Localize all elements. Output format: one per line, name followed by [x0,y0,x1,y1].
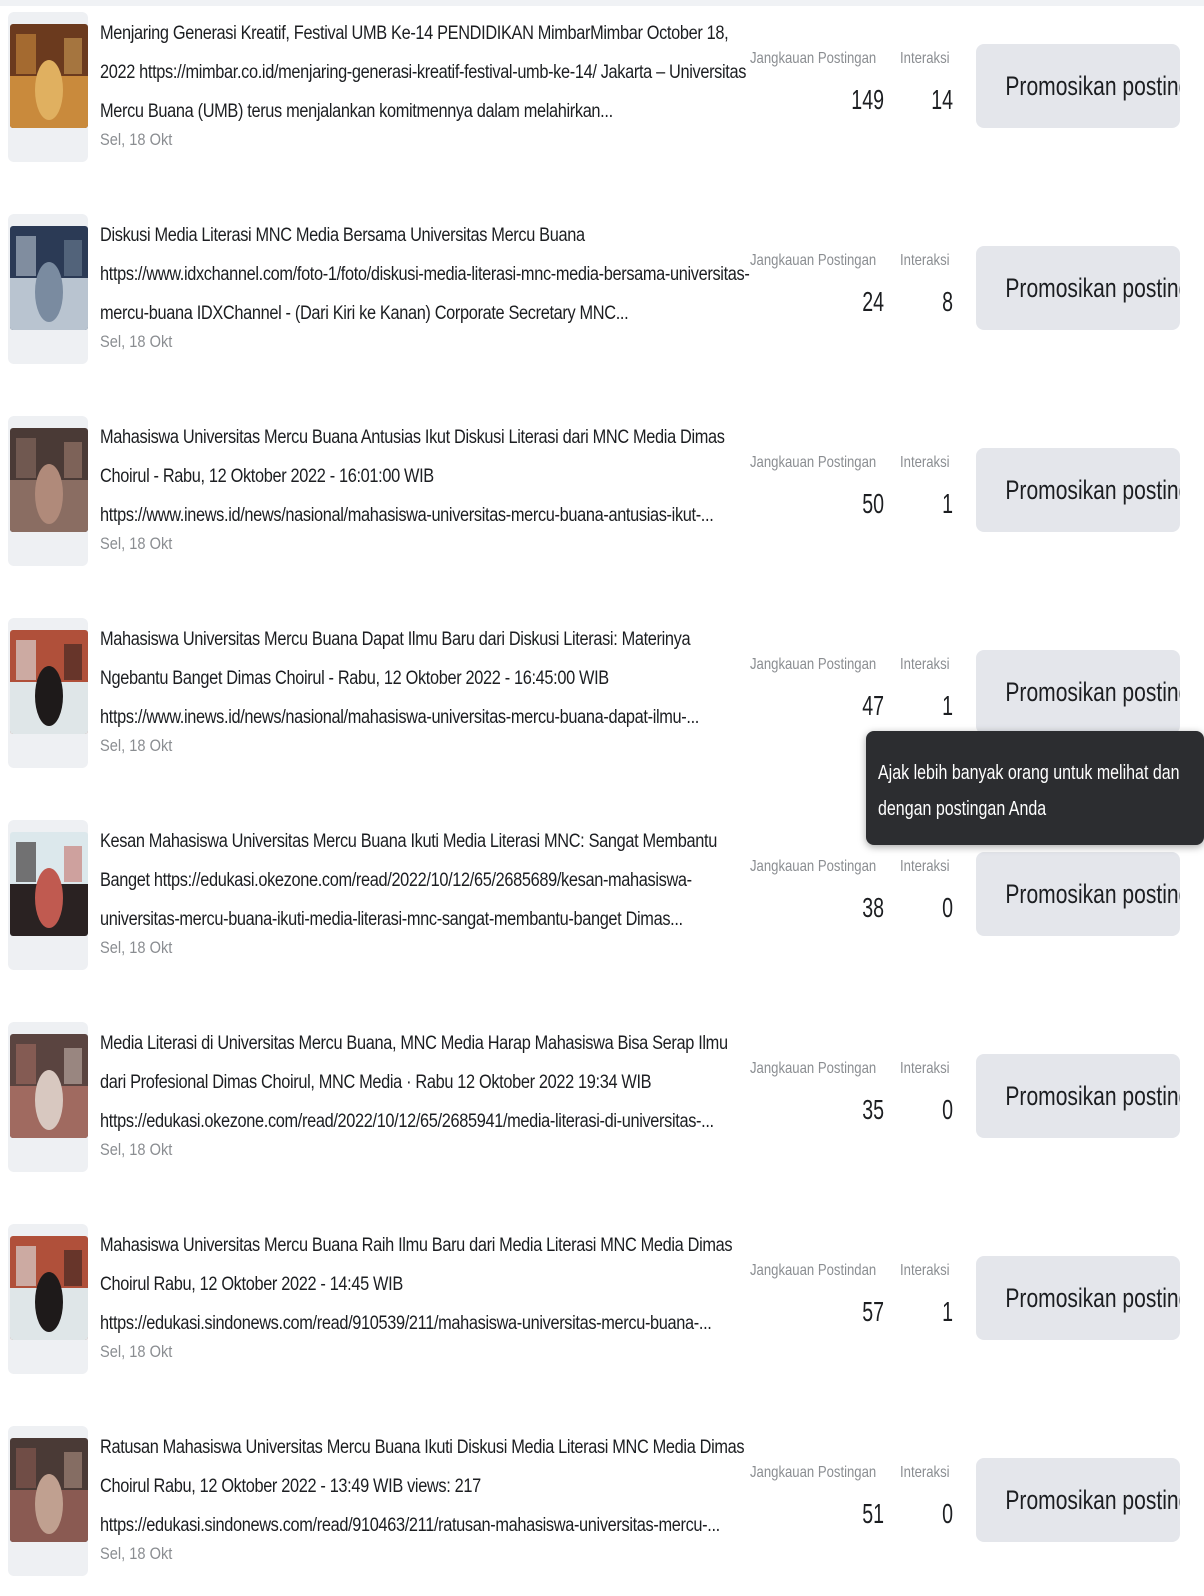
promote-post-label: Promosikan postingan [1005,475,1180,505]
post-date: Sel, 18 Okt [100,1544,173,1563]
post-date: Sel, 18 Okt [100,938,173,957]
promote-post-label: Promosikan postingan [1005,677,1180,707]
post-thumbnail[interactable] [10,226,88,330]
reach-label: Jangkauan Postingan [750,50,877,67]
promote-post-label: Promosikan postingan [1005,1485,1180,1515]
post-thumbnail[interactable] [10,1236,88,1340]
reach-label: Jangkauan Postingan [750,1464,877,1481]
interaction-label: Interaksi [900,50,950,67]
interaction-value: 14 [931,84,953,115]
post-text[interactable]: Mahasiswa Universitas Mercu Buana Dapat … [100,620,750,737]
reach-label: Jangkauan Postingan [750,454,877,471]
post-thumbnail[interactable] [10,1438,88,1542]
post-text[interactable]: Media Literasi di Universitas Mercu Buan… [100,1024,750,1141]
interaction-label: Interaksi [900,858,950,875]
promote-post-button[interactable]: Promosikan postingan [976,852,1180,936]
reach-value: 35 [862,1094,884,1125]
thumbnail-image [10,1236,88,1340]
post-row[interactable]: Ratusan Mahasiswa Universitas Mercu Buan… [0,1414,1204,1596]
interaction-label: Interaksi [900,1464,950,1481]
promote-post-label: Promosikan postingan [1005,71,1180,101]
post-text[interactable]: Diskusi Media Literasi MNC Media Bersama… [100,216,750,333]
post-thumbnail[interactable] [10,630,88,734]
thumbnail-image [10,226,88,330]
thumbnail-image [10,428,88,532]
interaction-value: 1 [942,488,953,519]
reach-label: Jangkauan Postingan [750,858,877,875]
interaction-label: Interaksi [900,1262,950,1279]
post-date: Sel, 18 Okt [100,130,173,149]
thumbnail-image [10,832,88,936]
reach-label: Jangkauan Postingan [750,1060,877,1077]
post-thumbnail[interactable] [10,832,88,936]
thumbnail-image [10,630,88,734]
reach-value: 50 [862,488,884,519]
post-thumbnail[interactable] [10,428,88,532]
post-date: Sel, 18 Okt [100,534,173,553]
post-date: Sel, 18 Okt [100,1140,173,1159]
post-text[interactable]: Menjaring Generasi Kreatif, Festival UMB… [100,14,750,131]
promote-post-button[interactable]: Promosikan postingan [976,1256,1180,1340]
post-row[interactable]: Media Literasi di Universitas Mercu Buan… [0,1010,1204,1215]
post-row[interactable]: Mahasiswa Universitas Mercu Buana Antusi… [0,404,1204,609]
post-row[interactable]: Diskusi Media Literasi MNC Media Bersama… [0,202,1204,407]
reach-value: 38 [862,892,884,923]
interaction-label: Interaksi [900,252,950,269]
thumbnail-image [10,1438,88,1542]
promote-post-label: Promosikan postingan [1005,273,1180,303]
reach-value: 57 [862,1296,884,1327]
post-row[interactable]: Menjaring Generasi Kreatif, Festival UMB… [0,0,1204,205]
promote-post-button[interactable]: Promosikan postingan [976,44,1180,128]
reach-label: Jangkauan Postingan [750,252,877,269]
interaction-label: Interaksi [900,656,950,673]
interaction-value: 0 [942,1094,953,1125]
post-text[interactable]: Mahasiswa Universitas Mercu Buana Antusi… [100,418,750,535]
post-thumbnail[interactable] [10,1034,88,1138]
post-text[interactable]: Kesan Mahasiswa Universitas Mercu Buana … [100,822,750,939]
post-thumbnail[interactable] [10,24,88,128]
reach-value: 51 [862,1498,884,1529]
interaction-value: 8 [942,286,953,317]
thumbnail-image [10,1034,88,1138]
reach-value: 24 [862,286,884,317]
post-text[interactable]: Mahasiswa Universitas Mercu Buana Raih I… [100,1226,750,1343]
post-date: Sel, 18 Okt [100,736,173,755]
promote-post-button[interactable]: Promosikan postingan [976,650,1180,734]
promote-post-button[interactable]: Promosikan postingan [976,1054,1180,1138]
promote-tooltip: Ajak lebih banyak orang untuk melihat da… [866,731,1204,845]
reach-value: 149 [851,84,884,115]
interaction-value: 0 [942,892,953,923]
interaction-value: 0 [942,1498,953,1529]
post-text[interactable]: Ratusan Mahasiswa Universitas Mercu Buan… [100,1428,750,1545]
promote-post-button[interactable]: Promosikan postingan [976,1458,1180,1542]
interaction-label: Interaksi [900,454,950,471]
promote-post-button[interactable]: Promosikan postingan [976,246,1180,330]
post-date: Sel, 18 Okt [100,1342,173,1361]
thumbnail-image [10,24,88,128]
post-date: Sel, 18 Okt [100,332,173,351]
reach-value: 47 [862,690,884,721]
reach-label: Jangkauan Postingan [750,656,877,673]
post-row[interactable]: Mahasiswa Universitas Mercu Buana Raih I… [0,1212,1204,1417]
promote-post-label: Promosikan postingan [1005,1283,1180,1313]
promote-post-label: Promosikan postingan [1005,879,1180,909]
tooltip-text: Ajak lebih banyak orang untuk melihat da… [878,762,1180,820]
reach-label: Jangkauan Postindan [750,1262,877,1279]
promote-post-label: Promosikan postingan [1005,1081,1180,1111]
promote-post-button[interactable]: Promosikan postingan [976,448,1180,532]
interaction-label: Interaksi [900,1060,950,1077]
interaction-value: 1 [942,690,953,721]
interaction-value: 1 [942,1296,953,1327]
